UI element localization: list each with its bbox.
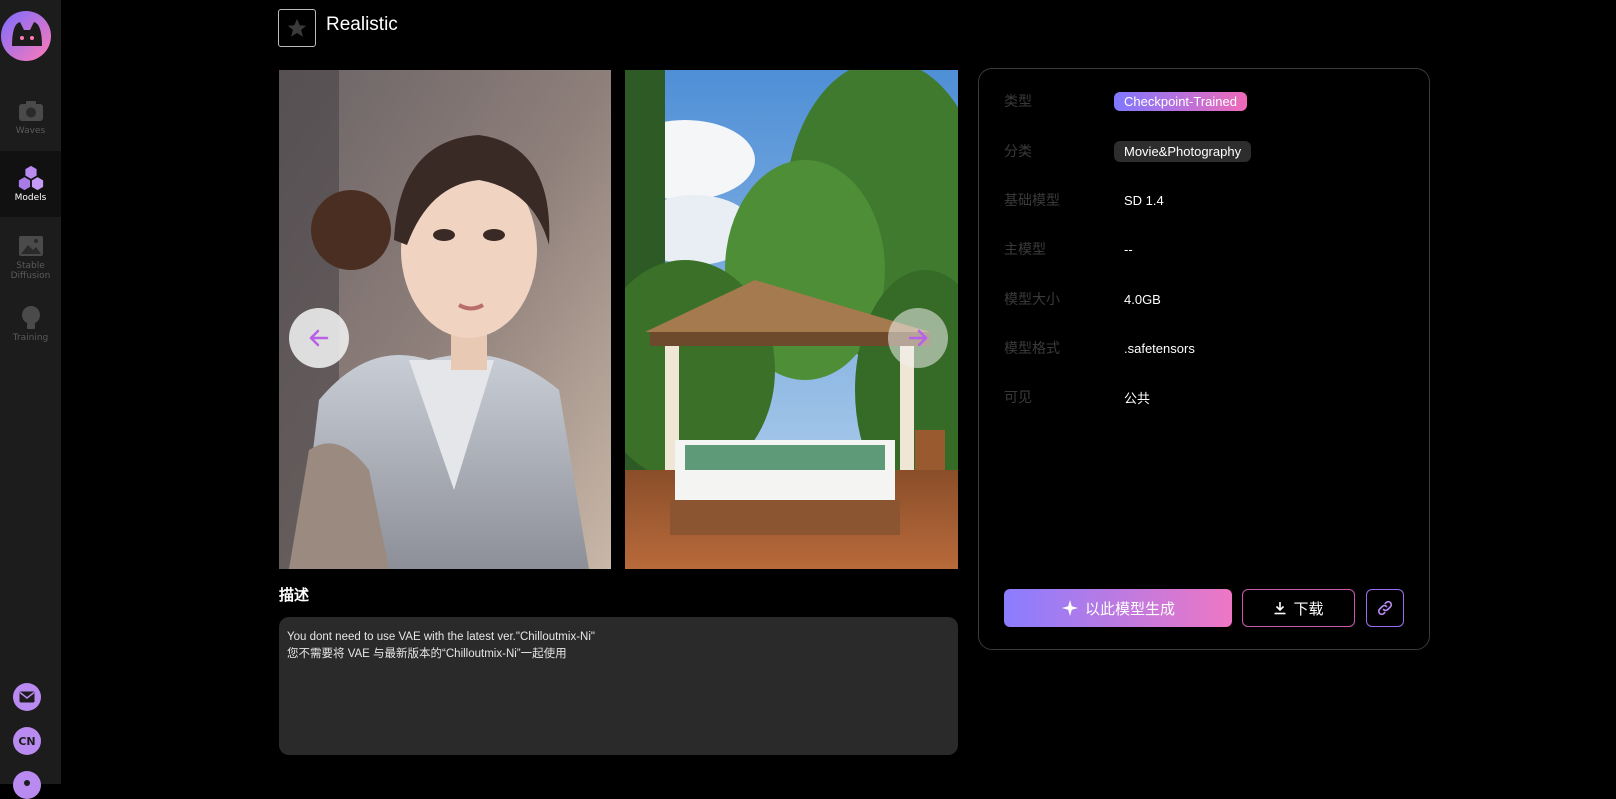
info-value: -- <box>1124 241 1133 257</box>
model-info-panel: 类型 Checkpoint-Trained 分类 Movie&Photograp… <box>978 68 1430 650</box>
previous-image-button[interactable] <box>289 308 349 368</box>
sidebar-item-label: Models <box>14 193 47 203</box>
sidebar-item-label: Stable Diffusion <box>10 261 51 281</box>
sidebar-item-waves[interactable]: Waves <box>0 84 61 150</box>
link-icon <box>1377 600 1393 616</box>
arrow-left-icon <box>309 329 329 347</box>
info-label: 模型格式 <box>1004 341 1060 357</box>
sidebar-item-stable-diffusion[interactable]: Stable Diffusion <box>0 224 61 290</box>
generate-with-model-button[interactable]: 以此模型生成 <box>1004 589 1232 627</box>
next-image-button[interactable] <box>888 308 948 368</box>
sidebar-item-training[interactable]: Training <box>0 291 61 357</box>
info-value: 4.0GB <box>1124 291 1161 307</box>
copy-link-button[interactable] <box>1366 589 1404 627</box>
info-row-size: 模型大小 4.0GB <box>1004 287 1404 311</box>
info-row-format: 模型格式 .safetensors <box>1004 336 1404 360</box>
cubes-icon <box>17 165 45 191</box>
language-label: CN <box>18 734 36 748</box>
download-label: 下载 <box>1293 599 1324 618</box>
generate-label: 以此模型生成 <box>1084 599 1175 618</box>
description-title: 描述 <box>279 586 310 604</box>
description-box: You dont need to use VAE with the latest… <box>279 617 958 755</box>
info-label: 模型大小 <box>1004 292 1060 308</box>
user-icon[interactable] <box>13 771 41 799</box>
sparkle-icon <box>1061 600 1078 616</box>
info-label: 分类 <box>1004 144 1032 160</box>
language-icon[interactable]: CN <box>13 727 41 755</box>
info-row-base-model: 基础模型 SD 1.4 <box>1004 188 1404 212</box>
mail-icon[interactable] <box>13 683 41 711</box>
info-label: 可见 <box>1004 390 1032 406</box>
info-value: 公共 <box>1124 390 1151 406</box>
info-row-main-model: 主模型 -- <box>1004 237 1404 261</box>
info-label: 基础模型 <box>1004 193 1060 209</box>
type-badge: Checkpoint-Trained <box>1114 91 1247 111</box>
sidebar-item-label: Training <box>12 333 49 343</box>
star-icon <box>287 18 307 37</box>
description-line-cn: 您不需要将 VAE 与最新版本的“Chilloutmix-Ni”一起使用 <box>287 648 567 660</box>
sidebar-item-models[interactable]: Models <box>0 151 61 217</box>
page-title: Realistic <box>326 14 398 35</box>
info-label: 主模型 <box>1004 242 1046 258</box>
camera-icon <box>17 98 45 124</box>
info-value: .safetensors <box>1124 340 1195 356</box>
favorite-star-button[interactable] <box>278 9 316 47</box>
info-label: 类型 <box>1004 94 1032 110</box>
download-button[interactable]: 下载 <box>1242 589 1355 627</box>
info-row-visibility: 可见 公共 <box>1004 385 1404 409</box>
info-row-type: 类型 Checkpoint-Trained <box>1004 89 1404 113</box>
image-icon <box>17 233 45 259</box>
lightbulb-icon <box>17 305 45 331</box>
logo-icon[interactable] <box>0 8 54 62</box>
download-icon <box>1274 602 1286 615</box>
sidebar: Waves Models Stable Diffusion Training C… <box>0 0 61 799</box>
info-row-category: 分类 Movie&Photography <box>1004 139 1404 163</box>
arrow-right-icon <box>908 329 928 347</box>
info-value: SD 1.4 <box>1124 192 1164 208</box>
description-line-en: You dont need to use VAE with the latest… <box>287 631 595 643</box>
category-badge[interactable]: Movie&Photography <box>1114 140 1252 162</box>
sidebar-item-label: Waves <box>15 126 46 136</box>
